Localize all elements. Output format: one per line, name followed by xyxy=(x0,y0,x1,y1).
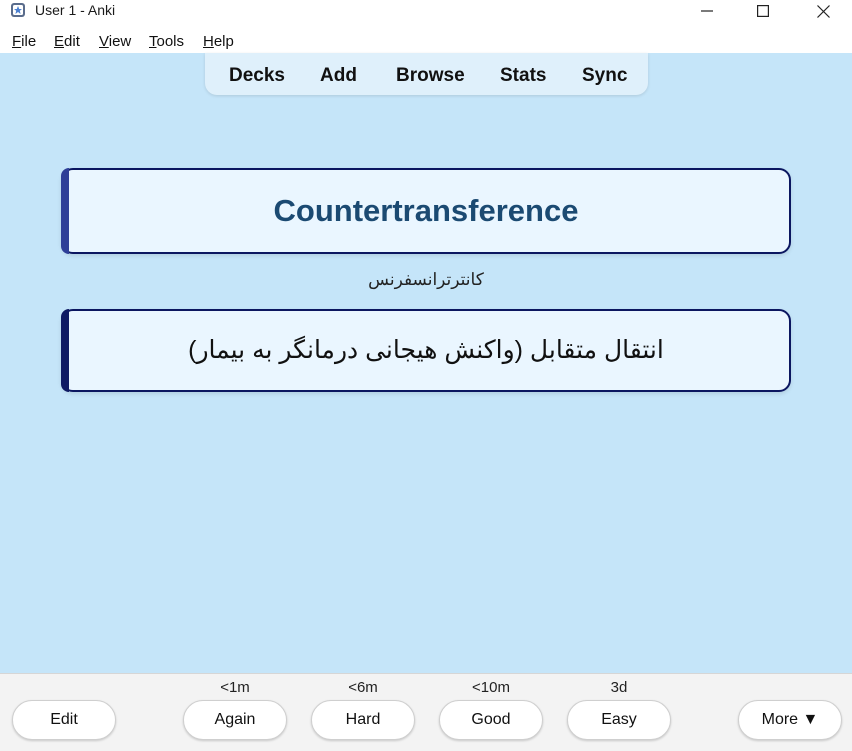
anki-app-icon xyxy=(11,3,25,17)
maximize-button[interactable] xyxy=(740,0,786,22)
card-back-box: انتقال متقابل (واکنش هیجانی درمانگر به ب… xyxy=(61,309,791,392)
minimize-button[interactable] xyxy=(684,0,730,22)
easy-button[interactable]: Easy xyxy=(567,700,671,740)
maximize-icon xyxy=(757,5,769,17)
menu-bar: File Edit View Tools Help xyxy=(0,22,852,53)
again-interval: <1m xyxy=(220,679,250,696)
good-button[interactable]: Good xyxy=(439,700,543,740)
toolbar-decks-link[interactable]: Decks xyxy=(229,65,285,87)
close-button[interactable] xyxy=(800,0,846,22)
toolbar-browse-link[interactable]: Browse xyxy=(396,65,465,87)
main-toolbar: Decks Add Browse Stats Sync xyxy=(205,53,648,95)
hard-interval: <6m xyxy=(348,679,378,696)
edit-button[interactable]: Edit xyxy=(12,700,116,740)
menu-file[interactable]: File xyxy=(12,33,36,50)
card-front-text: Countertransference xyxy=(273,193,579,228)
menu-help[interactable]: Help xyxy=(203,33,234,50)
toolbar-add-link[interactable]: Add xyxy=(320,65,357,87)
easy-interval: 3d xyxy=(610,679,628,696)
toolbar-stats-link[interactable]: Stats xyxy=(500,65,546,87)
card-back-text: انتقال متقابل (واکنش هیجانی درمانگر به ب… xyxy=(188,336,664,364)
menu-edit[interactable]: Edit xyxy=(54,33,80,50)
more-button[interactable]: More ▼ xyxy=(738,700,842,740)
menu-tools[interactable]: Tools xyxy=(149,33,184,50)
pronunciation-text: کانترترانسفرنس xyxy=(368,270,484,289)
close-icon xyxy=(816,4,830,18)
answer-bar: <1m <6m <10m 3d Edit Again Hard Good Eas… xyxy=(0,673,852,751)
hard-button[interactable]: Hard xyxy=(311,700,415,740)
title-bar: User 1 - Anki xyxy=(0,0,852,22)
again-button[interactable]: Again xyxy=(183,700,287,740)
card-front-box: Countertransference xyxy=(61,168,791,254)
menu-view[interactable]: View xyxy=(99,33,131,50)
window-title: User 1 - Anki xyxy=(35,2,116,18)
minimize-icon xyxy=(701,10,713,12)
toolbar-sync-link[interactable]: Sync xyxy=(582,65,627,87)
good-interval: <10m xyxy=(472,679,510,696)
